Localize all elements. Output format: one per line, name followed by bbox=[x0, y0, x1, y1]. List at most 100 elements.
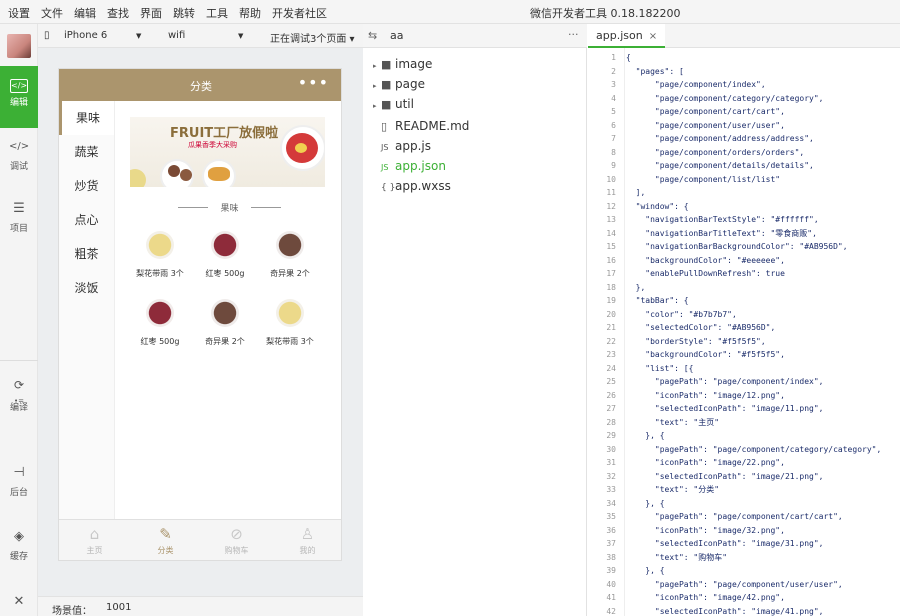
code-line[interactable]: 11 ], bbox=[588, 186, 900, 200]
code-line[interactable]: 27 "selectedIconPath": "image/11.png", bbox=[588, 402, 900, 416]
code-line[interactable]: 1{ bbox=[588, 51, 900, 65]
code-line[interactable]: 37 "selectedIconPath": "image/31.png", bbox=[588, 537, 900, 551]
tab-home[interactable]: ⌂ 主页 bbox=[59, 520, 130, 560]
code-area[interactable]: 1{2 "pages": [3 "page/component/index", 4… bbox=[588, 48, 900, 616]
promo-banner[interactable]: FRUIT工厂放假啦 瓜果香季大采购 bbox=[130, 117, 325, 187]
code-line[interactable]: 26 "iconPath": "image/12.png", bbox=[588, 389, 900, 403]
code-line[interactable]: 40 "pagePath": "page/component/user/user… bbox=[588, 578, 900, 592]
code-line[interactable]: 36 "iconPath": "image/32.png", bbox=[588, 524, 900, 538]
menu-help[interactable]: 帮助 bbox=[239, 5, 261, 21]
code-line[interactable]: 32 "selectedIconPath": "image/21.png", bbox=[588, 470, 900, 484]
code-line[interactable]: 5 "page/component/cart/cart", bbox=[588, 105, 900, 119]
category-item-dessert[interactable]: 点心 bbox=[59, 203, 114, 237]
code-line[interactable]: 17 "enablePullDownRefresh": true bbox=[588, 267, 900, 281]
product-item[interactable]: 奇异果 2个 bbox=[255, 231, 325, 279]
code-line[interactable]: 24 "list": [{ bbox=[588, 362, 900, 376]
code-line[interactable]: 31 "iconPath": "image/22.png", bbox=[588, 456, 900, 470]
more-icon[interactable]: ••• bbox=[298, 73, 329, 92]
code-line[interactable]: 8 "page/component/orders/orders", bbox=[588, 146, 900, 160]
code-line[interactable]: 14 "navigationBarTitleText": "零食商贩", bbox=[588, 227, 900, 241]
category-item-snack[interactable]: 炒货 bbox=[59, 169, 114, 203]
menu-find[interactable]: 查找 bbox=[107, 5, 129, 21]
banner-subtitle: 瓜果香季大采购 bbox=[188, 141, 237, 149]
chevron-down-icon[interactable]: ▼ bbox=[136, 32, 141, 40]
code-line[interactable]: 19 "tabBar": { bbox=[588, 294, 900, 308]
code-line[interactable]: 6 "page/component/user/user", bbox=[588, 119, 900, 133]
category-item-rice[interactable]: 淡饭 bbox=[59, 271, 114, 305]
code-line[interactable]: 15 "navigationBarBackgroundColor": "#AB9… bbox=[588, 240, 900, 254]
tab-user[interactable]: ♙ 我的 bbox=[272, 520, 341, 560]
close-icon[interactable]: × bbox=[649, 31, 657, 42]
code-line[interactable]: 9 "page/component/details/details", bbox=[588, 159, 900, 173]
editor-tab-app-json[interactable]: app.json × bbox=[588, 24, 666, 48]
sidebar-debug-button[interactable]: </> 调试 bbox=[0, 128, 38, 190]
product-name: 奇异果 2个 bbox=[205, 337, 245, 346]
more-icon[interactable]: ··· bbox=[568, 28, 579, 41]
code-line[interactable]: 29 }, { bbox=[588, 429, 900, 443]
code-line[interactable]: 41 "iconPath": "image/42.png", bbox=[588, 591, 900, 605]
menu-settings[interactable]: 设置 bbox=[8, 5, 30, 21]
device-select[interactable]: iPhone 6 bbox=[64, 30, 107, 41]
menu-file[interactable]: 文件 bbox=[41, 5, 63, 21]
category-item-tea[interactable]: 粗茶 bbox=[59, 237, 114, 271]
code-line[interactable]: 3 "page/component/index", bbox=[588, 78, 900, 92]
file-tree-item-app-json[interactable]: JS app.json bbox=[373, 156, 446, 176]
code-line[interactable]: 39 }, { bbox=[588, 564, 900, 578]
file-tree-item-page[interactable]: ▸ ■ page bbox=[373, 74, 425, 94]
sidebar-close-button[interactable]: ✕ bbox=[0, 590, 38, 616]
product-item[interactable]: 奇异果 2个 bbox=[190, 299, 260, 347]
code-line[interactable]: 4 "page/component/category/category", bbox=[588, 92, 900, 106]
code-line[interactable]: 38 "text": "购物车" bbox=[588, 551, 900, 565]
sidebar-compile-button[interactable]: ⟳ •= 编译 bbox=[0, 369, 38, 431]
code-line[interactable]: 20 "color": "#b7b7b7", bbox=[588, 308, 900, 322]
code-line[interactable]: 33 "text": "分类" bbox=[588, 483, 900, 497]
category-item-vegetable[interactable]: 蔬菜 bbox=[59, 135, 114, 169]
network-select[interactable]: wifi bbox=[168, 30, 185, 41]
collapse-icon[interactable]: ⇆ bbox=[368, 29, 377, 42]
code-line[interactable]: 42 "selectedIconPath": "image/41.png", bbox=[588, 605, 900, 616]
menu-tools[interactable]: 工具 bbox=[206, 5, 228, 21]
sidebar-backend-button[interactable]: ⊣ 后台 bbox=[0, 454, 38, 516]
tab-category[interactable]: ✎ 分类 bbox=[130, 520, 201, 560]
code-line[interactable]: 12 "window": { bbox=[588, 200, 900, 214]
product-item[interactable]: 红枣 500g bbox=[125, 299, 195, 347]
code-line[interactable]: 23 "backgroundColor": "#f5f5f5", bbox=[588, 348, 900, 362]
file-tree-item-util[interactable]: ▸ ■ util bbox=[373, 94, 414, 114]
code-line[interactable]: 28 "text": "主页" bbox=[588, 416, 900, 430]
code-line[interactable]: 13 "navigationBarTextStyle": "#ffffff", bbox=[588, 213, 900, 227]
file-tree-item-app-js[interactable]: JS app.js bbox=[373, 136, 431, 156]
product-item[interactable]: 梨花带雨 3个 bbox=[125, 231, 195, 279]
sidebar-edit-button[interactable]: </> 编辑 bbox=[0, 66, 38, 128]
debug-status[interactable]: 正在调试3个页面 ▾ bbox=[270, 30, 355, 45]
menu-goto[interactable]: 跳转 bbox=[173, 5, 195, 21]
code-line[interactable]: 25 "pagePath": "page/component/index", bbox=[588, 375, 900, 389]
code-text: "iconPath": "image/42.png", bbox=[626, 593, 785, 602]
code-line[interactable]: 34 }, { bbox=[588, 497, 900, 511]
code-line[interactable]: 16 "backgroundColor": "#eeeeee", bbox=[588, 254, 900, 268]
code-line[interactable]: 21 "selectedColor": "#AB956D", bbox=[588, 321, 900, 335]
code-line[interactable]: 18 }, bbox=[588, 281, 900, 295]
code-line[interactable]: 30 "pagePath": "page/component/category/… bbox=[588, 443, 900, 457]
menu-view[interactable]: 界面 bbox=[140, 5, 162, 21]
menu-edit[interactable]: 编辑 bbox=[74, 5, 96, 21]
file-tree-item-image[interactable]: ▸ ■ image bbox=[373, 54, 432, 74]
avatar[interactable] bbox=[7, 34, 31, 58]
code-text: }, { bbox=[626, 566, 665, 575]
code-text: "page/component/index", bbox=[626, 80, 766, 89]
file-tree-item-app-wxss[interactable]: { }app.wxss bbox=[373, 176, 451, 196]
file-tree-item-readme[interactable]: ▯ README.md bbox=[373, 116, 469, 136]
code-line[interactable]: 35 "pagePath": "page/component/cart/cart… bbox=[588, 510, 900, 524]
code-line[interactable]: 22 "borderStyle": "#f5f5f5", bbox=[588, 335, 900, 349]
tab-cart[interactable]: ⊘ 购物车 bbox=[201, 520, 272, 560]
sidebar-project-button[interactable]: ☰ 项目 bbox=[0, 190, 38, 252]
category-item-fruit[interactable]: 果味 bbox=[59, 101, 114, 135]
code-line[interactable]: 10 "page/component/list/list" bbox=[588, 173, 900, 187]
code-line[interactable]: 7 "page/component/address/address", bbox=[588, 132, 900, 146]
chevron-down-icon[interactable]: ▼ bbox=[238, 32, 243, 40]
sidebar-cache-button[interactable]: ◈ 缓存 bbox=[0, 518, 38, 580]
product-item[interactable]: 梨花带雨 3个 bbox=[255, 299, 325, 347]
product-item[interactable]: 红枣 500g bbox=[190, 231, 260, 279]
product-image bbox=[146, 299, 174, 327]
code-line[interactable]: 2 "pages": [ bbox=[588, 65, 900, 79]
menu-community[interactable]: 开发者社区 bbox=[272, 5, 327, 21]
